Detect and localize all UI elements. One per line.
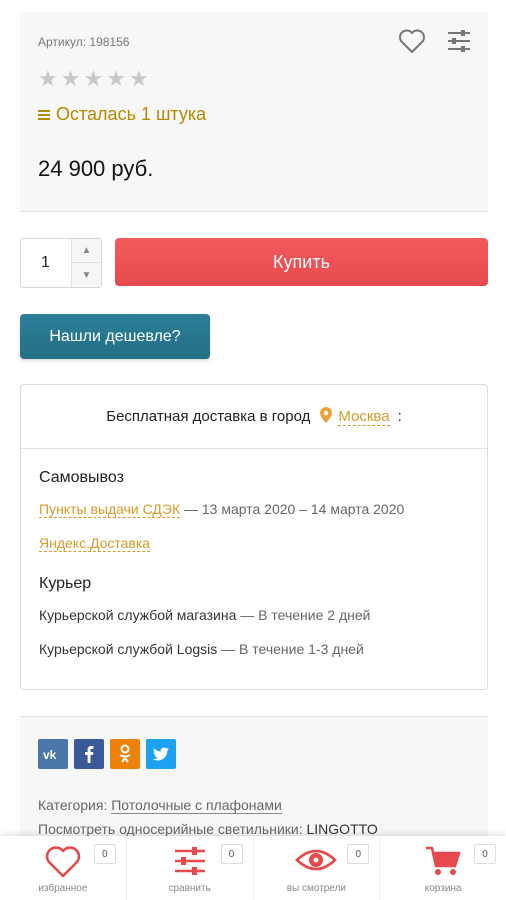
- nav-viewed[interactable]: 0 вы смотрели: [254, 836, 381, 900]
- rating-stars[interactable]: ★ ★ ★ ★ ★: [38, 68, 149, 90]
- courier-store-time: — В течение 2 дней: [236, 607, 371, 623]
- social-share: vk: [38, 739, 176, 769]
- cdek-pickup-dates: — 13 марта 2020 – 14 марта 2020: [180, 501, 405, 517]
- series-row: Посмотреть односерийные светильники: LIN…: [38, 821, 378, 837]
- odnoklassniki-icon[interactable]: [110, 739, 140, 769]
- stock-status: Осталась 1 штука: [38, 104, 206, 125]
- nav-label: сравнить: [168, 883, 211, 894]
- pickup-option: Пункты выдачи СДЭК — 13 марта 2020 – 14 …: [39, 501, 469, 518]
- city-selector-link[interactable]: Москва: [338, 408, 390, 426]
- series-label: Посмотреть односерийные светильники:: [38, 821, 307, 837]
- compare-sliders-icon[interactable]: [446, 28, 472, 54]
- cdek-pickup-link[interactable]: Пункты выдачи СДЭК: [39, 501, 181, 518]
- cart-icon: [424, 845, 462, 882]
- delivery-header: Бесплатная доставка в город Москва :: [21, 385, 487, 449]
- location-pin-icon: [320, 406, 333, 427]
- category-link[interactable]: Потолочные с плафонами: [111, 797, 282, 814]
- stepper-controls: ▲ ▼: [71, 239, 101, 287]
- yandex-delivery-link[interactable]: Яндекс.Доставка: [39, 535, 151, 552]
- quantity-stepper[interactable]: 1 ▲ ▼: [20, 238, 102, 288]
- nav-compare[interactable]: 0 сравнить: [127, 836, 254, 900]
- product-price: 24 900 руб.: [38, 156, 154, 181]
- facebook-icon[interactable]: [74, 739, 104, 769]
- star-icon[interactable]: ★: [83, 68, 103, 90]
- header-colon: :: [397, 408, 402, 425]
- decrease-chevron-down-icon[interactable]: ▼: [72, 263, 101, 287]
- pickup-title: Самовывоз: [39, 469, 124, 486]
- heart-icon: [44, 845, 82, 884]
- courier-logsis-name: Курьерской службой Logsis: [39, 641, 218, 657]
- series-link[interactable]: LINGOTTO: [307, 821, 378, 837]
- found-cheaper-button[interactable]: Нашли дешевле?: [20, 314, 210, 359]
- stock-text: Осталась 1 штука: [56, 104, 207, 124]
- viewed-count-badge: 0: [347, 844, 370, 864]
- courier-store-name: Курьерской службой магазина: [39, 607, 237, 623]
- stock-bars-icon: [38, 109, 50, 120]
- cart-count-badge: 0: [474, 844, 496, 864]
- courier-option: Курьерской службой Logsis — В течение 1-…: [39, 641, 469, 657]
- category-label: Категория:: [38, 797, 112, 813]
- nav-label: вы смотрели: [286, 883, 347, 894]
- svg-text:vk: vk: [43, 748, 57, 760]
- free-delivery-text: Бесплатная доставка в город: [106, 408, 311, 425]
- nav-label: корзина: [424, 883, 462, 894]
- nav-cart[interactable]: 0 корзина: [380, 836, 506, 900]
- compare-icon: [172, 845, 208, 882]
- increase-chevron-up-icon[interactable]: ▲: [72, 239, 101, 263]
- bottom-nav: 0 избранное 0 сравнить 0 вы смотрели 0 к…: [0, 836, 506, 900]
- twitter-icon[interactable]: [146, 739, 176, 769]
- buy-button[interactable]: Купить: [115, 238, 488, 286]
- star-icon[interactable]: ★: [38, 68, 58, 90]
- star-icon[interactable]: ★: [129, 68, 149, 90]
- product-actions: [398, 28, 472, 54]
- courier-logsis-time: — В течение 1-3 дней: [217, 641, 364, 657]
- product-info-card: Артикул: 198156 ★ ★ ★ ★ ★ Осталась 1 шту…: [20, 12, 488, 212]
- eye-icon: [295, 845, 338, 880]
- product-meta-card: vk Категория: Потолочные с плафонами Пос…: [20, 716, 488, 846]
- favorite-heart-icon[interactable]: [398, 28, 426, 54]
- star-icon[interactable]: ★: [106, 68, 126, 90]
- favorites-count-badge: 0: [93, 844, 116, 864]
- sku-label: Артикул: 198156: [38, 35, 130, 49]
- delivery-options: Самовывоз Пункты выдачи СДЭК — 13 марта …: [21, 449, 487, 695]
- nav-favorites[interactable]: 0 избранное: [0, 836, 127, 900]
- nav-label: избранное: [38, 883, 88, 894]
- delivery-box: Бесплатная доставка в город Москва : Сам…: [20, 384, 488, 690]
- quantity-input[interactable]: 1: [41, 254, 50, 272]
- courier-title: Курьер: [39, 575, 92, 592]
- category-row: Категория: Потолочные с плафонами: [38, 797, 282, 814]
- courier-option: Курьерской службой магазина — В течение …: [39, 607, 469, 623]
- compare-count-badge: 0: [220, 844, 243, 864]
- pickup-option: Яндекс.Доставка: [39, 535, 469, 552]
- vk-icon[interactable]: vk: [38, 739, 68, 769]
- star-icon[interactable]: ★: [61, 68, 81, 90]
